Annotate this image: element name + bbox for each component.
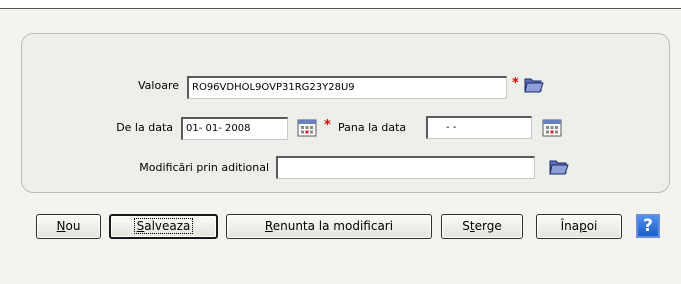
sterge-post: erge — [474, 219, 502, 233]
salveaza-post: alveaza — [144, 219, 191, 233]
folder-icon[interactable] — [523, 75, 545, 95]
modificari-label: Modificări prin aditional — [139, 161, 269, 174]
sterge-button[interactable]: Sterge — [441, 214, 523, 239]
inapoi-accel: p — [579, 219, 587, 233]
valoare-required-mark: * — [512, 76, 519, 91]
salveaza-button[interactable]: Salveaza — [109, 214, 218, 239]
calendar-icon[interactable] — [542, 118, 562, 138]
nou-post: ou — [65, 219, 81, 233]
modificari-input[interactable] — [276, 156, 535, 179]
nou-accel: N — [56, 219, 66, 233]
salveaza-label: Salveaza — [133, 218, 194, 234]
renunta-post: enunta la modificari — [272, 219, 394, 233]
de-la-data-label: De la data — [116, 121, 173, 134]
help-icon[interactable]: ? — [636, 214, 660, 238]
de-la-data-input[interactable]: 01- 01- 2008 — [181, 117, 288, 140]
sterge-pre: S — [462, 219, 470, 233]
inapoi-pre: Îna — [560, 219, 580, 233]
de-la-data-required-mark: * — [324, 118, 331, 133]
valoare-label: Valoare — [138, 79, 179, 92]
inapoi-post: oi — [586, 219, 598, 233]
valoare-input[interactable]: RO96VDHOL9OVP31RG23Y28U9 — [187, 76, 507, 99]
pana-la-data-label: Pana la data — [338, 121, 407, 134]
pana-la-data-input[interactable]: - - — [426, 116, 532, 139]
folder-icon[interactable] — [548, 157, 570, 177]
renunta-button[interactable]: Renunta la modificari — [226, 214, 432, 239]
calendar-icon[interactable] — [297, 118, 317, 138]
inapoi-button[interactable]: Înapoi — [536, 214, 622, 239]
renunta-accel: R — [264, 219, 273, 233]
nou-button[interactable]: Nou — [36, 214, 101, 239]
